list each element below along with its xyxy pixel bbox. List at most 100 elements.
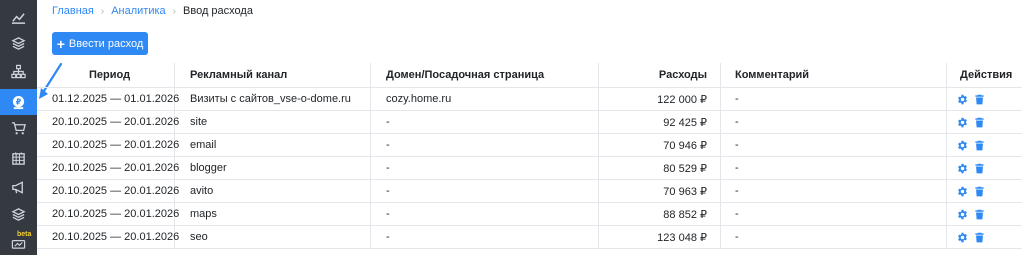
cell-domain: - (386, 139, 390, 151)
settings-button[interactable] (957, 140, 968, 151)
cell-comment: - (735, 139, 739, 151)
gear-icon (958, 140, 967, 150)
breadcrumb-home[interactable]: Главная (52, 5, 94, 17)
settings-button[interactable] (957, 117, 968, 128)
delete-button[interactable] (974, 140, 985, 151)
chevron-right-icon: › (172, 5, 177, 17)
delete-button[interactable] (974, 209, 985, 220)
cart-icon (11, 121, 26, 134)
cell-cost: 70 963 ₽ (663, 185, 707, 198)
calendar-icon (12, 151, 25, 165)
cell-channel: email (190, 139, 217, 151)
chevron-right-icon: › (100, 5, 105, 17)
header-comment[interactable]: Комментарий (735, 63, 809, 87)
header-period[interactable]: Период (89, 63, 130, 87)
row-actions (957, 180, 985, 202)
table-header-row: Период Рекламный канал Домен/Посадочная … (37, 63, 1022, 88)
cell-channel: seo (190, 231, 208, 243)
stack-icon (11, 207, 26, 221)
cell-comment: - (735, 162, 739, 174)
trash-icon (975, 94, 984, 104)
cell-cost: 122 000 ₽ (657, 93, 707, 106)
row-actions (957, 111, 985, 133)
cell-domain: - (386, 208, 390, 220)
delete-button[interactable] (974, 94, 985, 105)
row-actions (957, 203, 985, 225)
sidebar-item-promo[interactable] (0, 174, 37, 200)
header-channel[interactable]: Рекламный канал (190, 63, 287, 87)
cell-cost: 70 946 ₽ (663, 139, 707, 152)
settings-button[interactable] (957, 163, 968, 174)
cell-period: 20.10.2025 — 20.01.2026 (52, 231, 180, 243)
beta-badge: beta (17, 231, 32, 238)
delete-button[interactable] (974, 117, 985, 128)
header-actions: Действия (960, 69, 1013, 81)
breadcrumb-analytics[interactable]: Аналитика (111, 5, 165, 17)
cell-period: 20.10.2025 — 20.01.2026 (52, 139, 180, 151)
delete-button[interactable] (974, 163, 985, 174)
chart-icon (11, 12, 26, 24)
settings-button[interactable] (957, 232, 968, 243)
sidebar-item-dashboard[interactable] (0, 4, 37, 30)
svg-text:₽: ₽ (16, 97, 21, 106)
sidebar-item-structure[interactable] (0, 58, 37, 84)
trash-icon (975, 117, 984, 127)
gear-icon (958, 117, 967, 127)
table-row: 20.10.2025 — 20.01.2026 maps - 88 852 ₽ … (37, 203, 1022, 226)
cell-period: 20.10.2025 — 20.01.2026 (52, 208, 180, 220)
cell-cost: 92 425 ₽ (663, 116, 707, 129)
gear-icon (958, 94, 967, 104)
table-row: 20.10.2025 — 20.01.2026 avito - 70 963 ₽… (37, 180, 1022, 203)
sidebar-item-stack[interactable] (0, 201, 37, 227)
cell-comment: - (735, 185, 739, 197)
cell-comment: - (735, 93, 739, 105)
cell-cost: 123 048 ₽ (657, 231, 707, 244)
cell-domain: cozy.home.ru (386, 93, 452, 105)
cell-comment: - (735, 208, 739, 220)
cell-comment: - (735, 231, 739, 243)
settings-button[interactable] (957, 209, 968, 220)
cell-channel: maps (190, 208, 217, 220)
sidebar: ₽ beta (0, 0, 37, 255)
cell-period: 20.10.2025 — 20.01.2026 (52, 116, 180, 128)
cell-domain: - (386, 185, 390, 197)
cell-channel: avito (190, 185, 214, 197)
trash-icon (975, 163, 984, 173)
gear-icon (958, 209, 967, 219)
sitemap-icon (11, 64, 26, 78)
trash-icon (975, 186, 984, 196)
delete-button[interactable] (974, 186, 985, 197)
cell-period: 20.10.2025 — 20.01.2026 (52, 185, 180, 197)
breadcrumb: Главная › Аналитика › Ввод расхода (52, 4, 253, 18)
row-actions (957, 88, 985, 110)
settings-button[interactable] (957, 186, 968, 197)
layers-icon (11, 36, 26, 50)
table-row: 20.10.2025 — 20.01.2026 seo - 123 048 ₽ … (37, 226, 1022, 249)
gear-icon (958, 232, 967, 242)
expenses-table: Период Рекламный канал Домен/Посадочная … (37, 63, 1022, 249)
cell-cost: 80 529 ₽ (663, 162, 707, 175)
settings-button[interactable] (957, 94, 968, 105)
cell-comment: - (735, 116, 739, 128)
trash-icon (975, 140, 984, 150)
add-expense-button[interactable]: + Ввести расход (52, 32, 148, 55)
trash-icon (975, 232, 984, 242)
gear-icon (958, 163, 967, 173)
row-actions (957, 226, 985, 248)
cell-channel: Визиты с сайтов_vse-o-dome.ru (190, 93, 351, 105)
table-row: 20.10.2025 — 20.01.2026 site - 92 425 ₽ … (37, 111, 1022, 134)
table-row: 20.10.2025 — 20.01.2026 email - 70 946 ₽… (37, 134, 1022, 157)
sidebar-item-calendar[interactable] (0, 145, 37, 171)
trash-icon (975, 209, 984, 219)
sidebar-item-layers[interactable] (0, 30, 37, 56)
sidebar-item-cart[interactable] (0, 115, 37, 141)
header-domain[interactable]: Домен/Посадочная страница (386, 63, 544, 87)
cell-channel: blogger (190, 162, 227, 174)
header-cost[interactable]: Расходы (659, 63, 707, 87)
delete-button[interactable] (974, 232, 985, 243)
megaphone-icon (12, 180, 23, 194)
cell-domain: - (386, 116, 390, 128)
cell-domain: - (386, 231, 390, 243)
breadcrumb-current: Ввод расхода (183, 5, 253, 17)
sidebar-item-expenses[interactable]: ₽ (0, 89, 37, 115)
